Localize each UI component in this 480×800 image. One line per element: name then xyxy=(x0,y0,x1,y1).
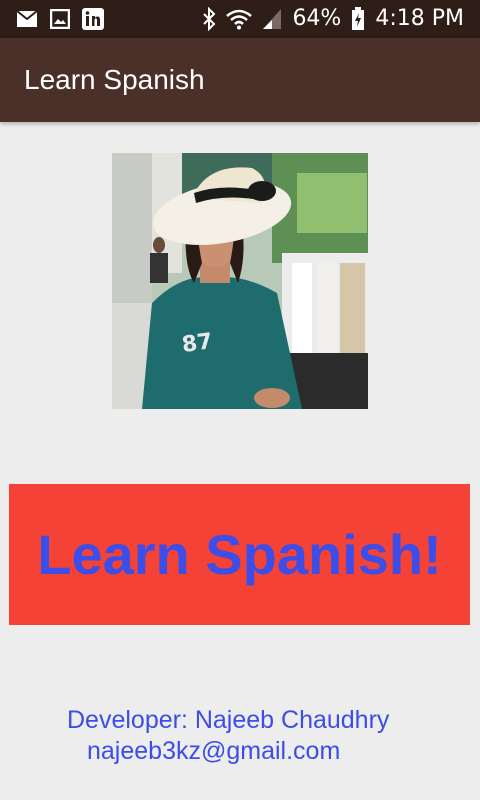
wifi-icon xyxy=(226,9,253,30)
battery-icon xyxy=(352,7,365,30)
status-bar: 64% 4:18 PM xyxy=(0,0,480,38)
developer-name: Developer: Najeeb Chaudhry xyxy=(67,706,390,734)
signal-icon xyxy=(263,9,282,29)
developer-email[interactable]: najeeb3kz@gmail.com xyxy=(67,736,389,767)
notification-icons xyxy=(16,8,104,30)
image-icon xyxy=(50,9,70,29)
developer-photo: 87 xyxy=(112,153,368,409)
mail-icon xyxy=(16,10,38,27)
developer-info: Developer: Najeeb Chaudhry najeeb3kz@gma… xyxy=(67,705,389,767)
bluetooth-icon xyxy=(203,7,216,31)
battery-percent: 64% xyxy=(292,6,342,31)
app-title: Learn Spanish xyxy=(24,64,205,95)
svg-text:87: 87 xyxy=(180,329,214,358)
app-bar: Learn Spanish xyxy=(0,38,480,122)
learn-spanish-button[interactable]: Learn Spanish! xyxy=(9,484,470,625)
system-status: 64% 4:18 PM xyxy=(202,5,464,33)
linkedin-icon xyxy=(82,8,104,30)
clock: 4:18 PM xyxy=(375,6,464,31)
learn-spanish-button-label: Learn Spanish! xyxy=(37,523,442,586)
